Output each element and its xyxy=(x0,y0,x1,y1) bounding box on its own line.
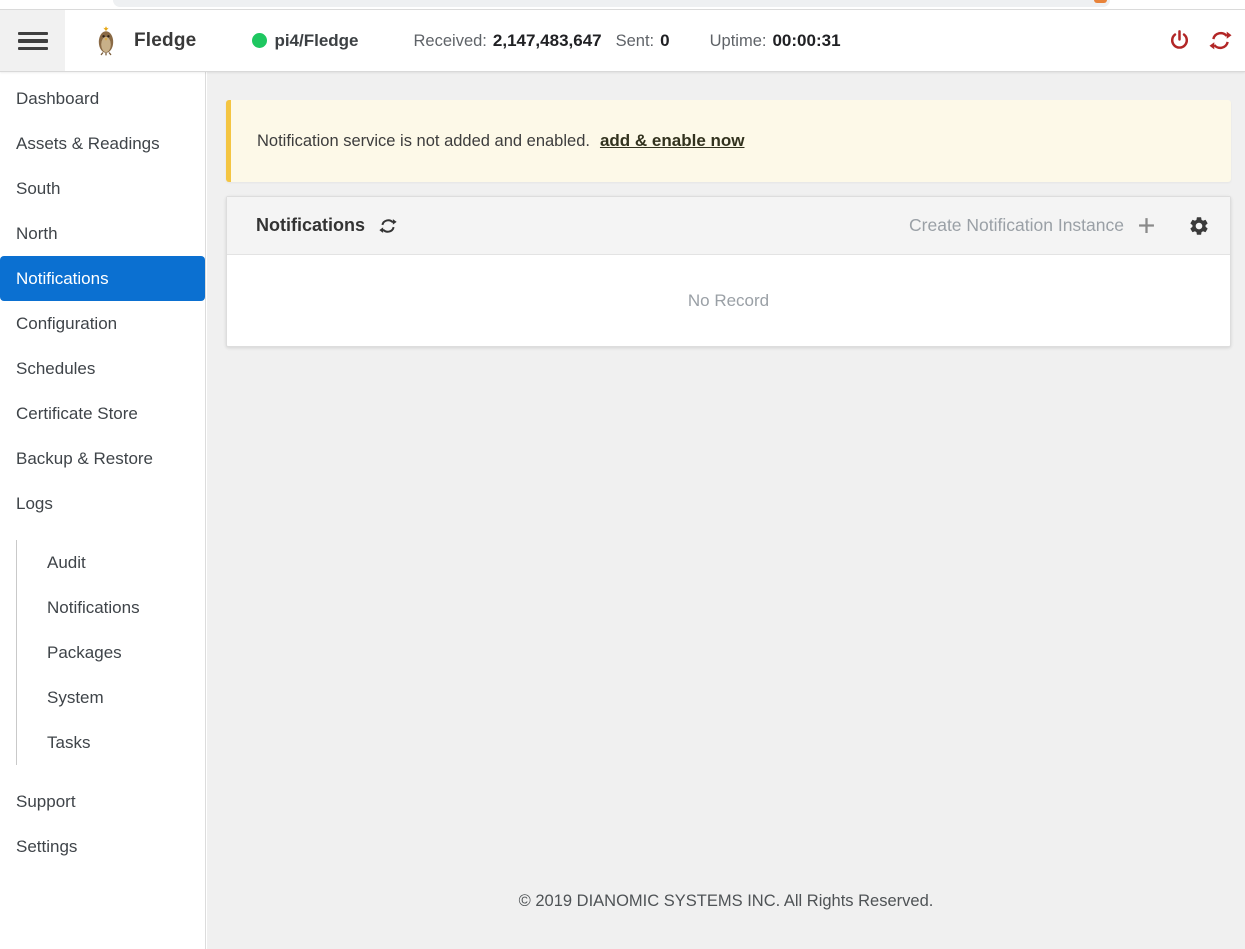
sidebar-subitem-tasks[interactable]: Tasks xyxy=(17,720,205,765)
sidebar-subitem-audit[interactable]: Audit xyxy=(17,540,205,585)
menu-toggle-button[interactable] xyxy=(0,10,65,71)
brand: Fledge xyxy=(95,26,196,56)
add-notification-button[interactable] xyxy=(1136,215,1157,236)
uptime-value: 00:00:31 xyxy=(772,31,840,51)
received-value: 2,147,483,647 xyxy=(493,31,602,51)
header-stats: Received: 2,147,483,647 Sent: 0 Uptime: … xyxy=(359,31,841,51)
reload-notifications-button[interactable] xyxy=(379,217,397,235)
sidebar-item-schedules[interactable]: Schedules xyxy=(0,346,205,391)
sidebar-item-configuration[interactable]: Configuration xyxy=(0,301,205,346)
browser-extension-sliver xyxy=(1094,0,1107,3)
sidebar-item-backup-restore[interactable]: Backup & Restore xyxy=(0,436,205,481)
power-icon xyxy=(1168,29,1191,52)
card-title: Notifications xyxy=(256,215,365,236)
gear-icon xyxy=(1188,215,1210,237)
sent-value: 0 xyxy=(660,31,669,51)
sidebar-logs-subgroup: Audit Notifications Packages System Task… xyxy=(16,540,205,765)
notifications-card-body: No Record xyxy=(227,255,1230,346)
main-content: Notification service is not added and en… xyxy=(207,72,1245,949)
sidebar-item-settings[interactable]: Settings xyxy=(0,824,205,869)
notification-service-banner: Notification service is not added and en… xyxy=(226,100,1231,182)
notifications-card-header: Notifications Create Notification Instan… xyxy=(227,197,1230,255)
fledge-bird-logo-icon xyxy=(95,26,117,56)
empty-state-text: No Record xyxy=(688,291,769,311)
stat-sent: Sent: 0 xyxy=(616,31,670,51)
create-notification-instance-label[interactable]: Create Notification Instance xyxy=(909,215,1124,236)
sidebar-item-support[interactable]: Support xyxy=(0,779,205,824)
notification-settings-button[interactable] xyxy=(1188,215,1210,237)
banner-message: Notification service is not added and en… xyxy=(257,132,590,151)
sidebar: Dashboard Assets & Readings South North … xyxy=(0,72,206,949)
sidebar-item-assets-readings[interactable]: Assets & Readings xyxy=(0,121,205,166)
sidebar-subitem-system[interactable]: System xyxy=(17,675,205,720)
card-actions: Create Notification Instance xyxy=(909,215,1210,237)
sidebar-item-logs[interactable]: Logs xyxy=(0,481,205,526)
restart-button[interactable] xyxy=(1209,29,1232,52)
sidebar-item-notifications[interactable]: Notifications xyxy=(0,256,205,301)
copyright-footer: © 2019 DIANOMIC SYSTEMS INC. All Rights … xyxy=(207,892,1245,911)
hamburger-icon xyxy=(18,32,48,35)
browser-omnibox-edge xyxy=(113,0,1110,7)
browser-chrome-strip xyxy=(0,0,1245,10)
stat-received: Received: 2,147,483,647 xyxy=(414,31,602,51)
shutdown-power-button[interactable] xyxy=(1168,29,1191,52)
add-enable-now-link[interactable]: add & enable now xyxy=(600,131,745,151)
notifications-card: Notifications Create Notification Instan… xyxy=(226,196,1231,347)
instance-status: pi4/Fledge xyxy=(252,31,358,51)
instance-name: pi4/Fledge xyxy=(274,31,358,51)
sidebar-item-south[interactable]: South xyxy=(0,166,205,211)
refresh-icon xyxy=(1209,29,1232,52)
app-title: Fledge xyxy=(134,30,196,52)
sent-label: Sent: xyxy=(616,32,655,51)
plus-icon xyxy=(1136,215,1157,236)
sidebar-item-certificate-store[interactable]: Certificate Store xyxy=(0,391,205,436)
received-label: Received: xyxy=(414,32,487,51)
status-dot-icon xyxy=(252,33,267,48)
header-actions xyxy=(1168,29,1232,52)
stat-uptime: Uptime: 00:00:31 xyxy=(710,31,841,51)
uptime-label: Uptime: xyxy=(710,32,767,51)
sidebar-item-north[interactable]: North xyxy=(0,211,205,256)
refresh-icon xyxy=(379,217,397,235)
sidebar-subitem-packages[interactable]: Packages xyxy=(17,630,205,675)
app-header: Fledge pi4/Fledge Received: 2,147,483,64… xyxy=(0,10,1245,72)
sidebar-subitem-notifications[interactable]: Notifications xyxy=(17,585,205,630)
sidebar-item-dashboard[interactable]: Dashboard xyxy=(0,76,205,121)
